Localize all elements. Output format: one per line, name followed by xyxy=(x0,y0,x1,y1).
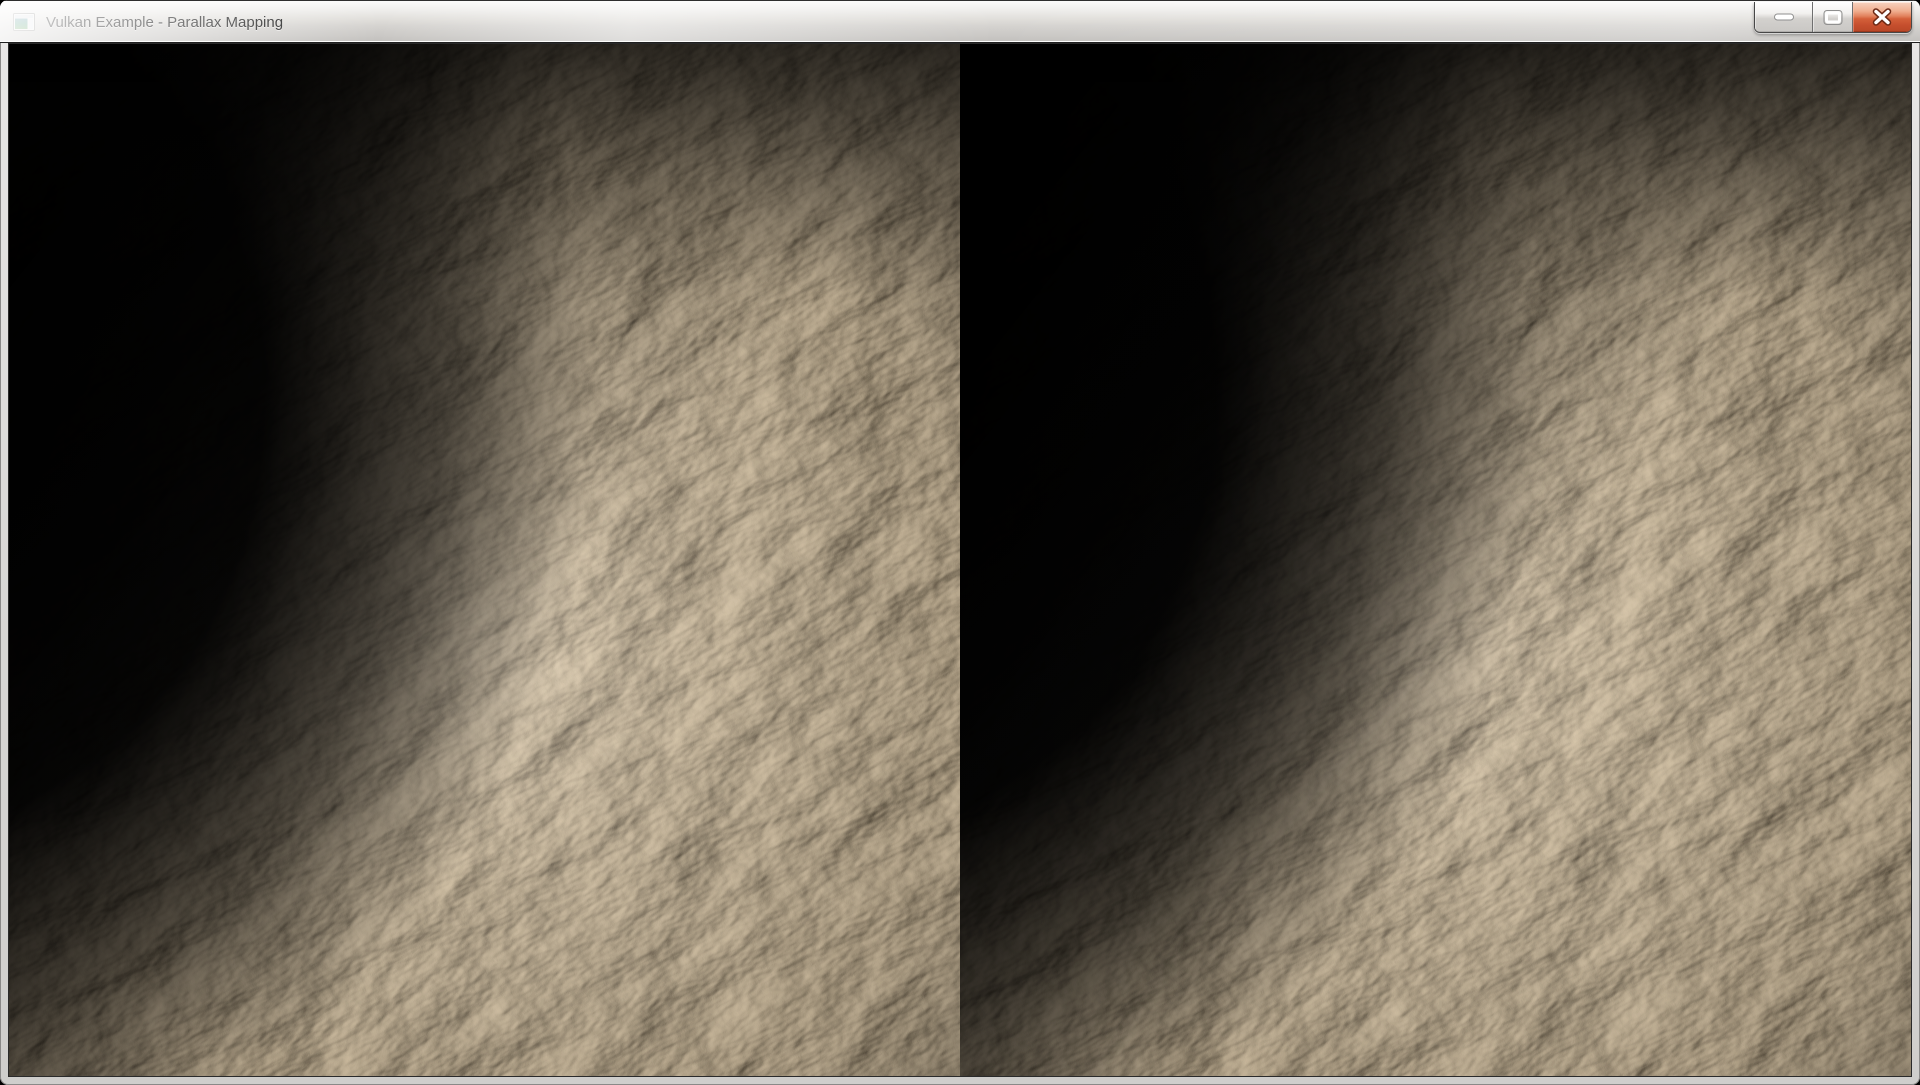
caption-buttons xyxy=(1754,2,1912,33)
app-window: Vulkan Example - Parallax Mapping xyxy=(0,0,1920,1085)
close-icon xyxy=(1869,8,1895,26)
render-pane-left[interactable] xyxy=(9,44,960,1076)
close-button[interactable] xyxy=(1852,2,1911,32)
maximize-icon xyxy=(1822,9,1844,26)
minimize-icon xyxy=(1772,12,1796,22)
minimize-button[interactable] xyxy=(1755,2,1812,32)
render-area xyxy=(9,44,1911,1076)
window-title: Vulkan Example - Parallax Mapping xyxy=(46,1,283,43)
maximize-button[interactable] xyxy=(1812,2,1852,32)
app-icon[interactable] xyxy=(13,13,35,31)
render-pane-right[interactable] xyxy=(960,44,1911,1076)
titlebar[interactable]: Vulkan Example - Parallax Mapping xyxy=(0,0,1920,43)
